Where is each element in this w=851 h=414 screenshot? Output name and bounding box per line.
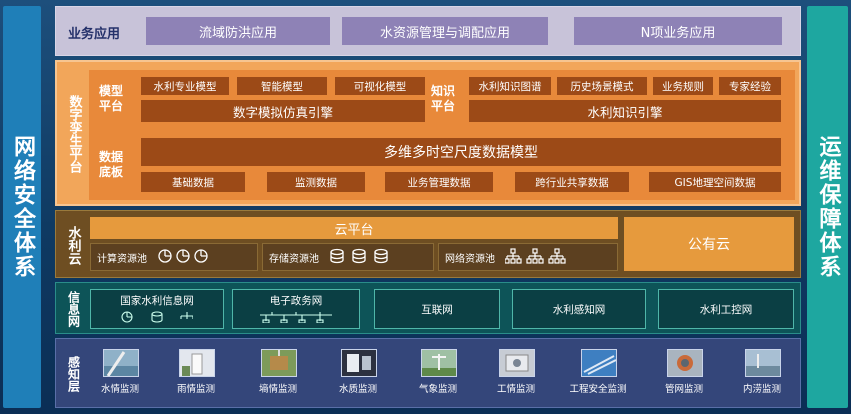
engineering-photo <box>499 349 535 377</box>
network-water-industrial-control[interactable]: 水利工控网 <box>658 289 794 329</box>
knowledge-platform-label: 知识平台 <box>430 84 455 113</box>
sensing-item-rain[interactable]: 雨情监测 <box>174 349 218 405</box>
sensing-label: 工情监测 <box>496 384 535 395</box>
water-cloud-layer: 水利云 云平台 计算资源池 存储资源池 网络资源池 公有云 <box>55 210 801 278</box>
network-national-water[interactable]: 国家水利信息网 <box>90 289 224 329</box>
data-board-label: 数据底板 <box>98 150 123 179</box>
info-network-title: 信息网 <box>66 291 81 327</box>
network-label: 电子政务网 <box>269 294 323 307</box>
data-item[interactable]: 跨行业共享数据 <box>515 172 629 192</box>
simulation-engine[interactable]: 数字模拟仿真引擎 <box>141 100 425 122</box>
sensing-item-engineering-status[interactable]: 工情监测 <box>494 349 538 405</box>
model-item[interactable]: 智能模型 <box>237 77 327 95</box>
model-item[interactable]: 水利专业模型 <box>141 77 229 95</box>
database-icon <box>329 248 389 267</box>
sensing-item-pipe-network[interactable]: 管网监测 <box>662 349 706 405</box>
security-system-bar: 网络安全体系 <box>3 6 41 408</box>
info-network-layer: 信息网 国家水利信息网 电子政务网 互联网 水利感知网 水利工控网 <box>55 282 801 334</box>
data-item[interactable]: 业务管理数据 <box>385 172 493 192</box>
pie-chart-icon <box>157 248 211 267</box>
network-pool[interactable]: 网络资源池 <box>438 243 618 271</box>
sensing-item-soil-moisture[interactable]: 墒情监测 <box>256 349 300 405</box>
network-resource-icons <box>121 310 194 326</box>
data-item[interactable]: 基础数据 <box>141 172 245 192</box>
water-cloud-title: 水利云 <box>65 225 81 265</box>
water-gauge-photo <box>103 349 139 377</box>
knowledge-item[interactable]: 历史场景模式 <box>557 77 647 95</box>
business-title: 业务应用 <box>68 27 121 42</box>
sensing-label: 水情监测 <box>100 384 139 395</box>
sensing-label: 气象监测 <box>418 384 457 395</box>
app-n-business[interactable]: N项业务应用 <box>574 17 782 45</box>
storage-pool-label: 存储资源池 <box>269 253 319 265</box>
compute-pool[interactable]: 计算资源池 <box>90 243 258 271</box>
sensing-title: 感知层 <box>66 356 81 392</box>
ops-system-bar: 运维保障体系 <box>807 6 848 408</box>
sensing-item-waterlogging[interactable]: 内涝监测 <box>740 349 784 405</box>
digital-twin-title: 数字孪生平台 <box>66 95 82 173</box>
sensing-label: 水质监测 <box>338 384 377 395</box>
sensing-item-weather[interactable]: 气象监测 <box>416 349 460 405</box>
sensing-item-engineering-safety[interactable]: 工程安全监测 <box>568 349 628 405</box>
digital-twin-layer: 数字孪生平台 模型平台 水利专业模型 智能模型 可视化模型 数字模拟仿真引擎 知… <box>55 60 801 206</box>
data-model[interactable]: 多维多时空尺度数据模型 <box>141 138 781 166</box>
sensing-label: 雨情监测 <box>176 384 215 395</box>
sensing-label: 墒情监测 <box>258 384 297 395</box>
knowledge-item[interactable]: 水利知识图谱 <box>469 77 551 95</box>
pipeline-photo <box>581 349 617 377</box>
water-quality-photo <box>341 349 377 377</box>
data-item[interactable]: GIS地理空间数据 <box>649 172 781 192</box>
network-topology-icon <box>504 247 567 267</box>
network-e-government[interactable]: 电子政务网 <box>232 289 360 329</box>
business-layer: 业务应用 流域防洪应用 水资源管理与调配应用 N项业务应用 <box>55 6 801 56</box>
network-pool-label: 网络资源池 <box>445 253 495 265</box>
storage-pool[interactable]: 存储资源池 <box>262 243 434 271</box>
network-water-sensing[interactable]: 水利感知网 <box>512 289 646 329</box>
cloud-platform[interactable]: 云平台 <box>90 217 618 239</box>
sensing-layer: 感知层 水情监测 雨情监测 墒情监测 水质监测 气象监测 工情监测 工程安全监测… <box>55 338 801 408</box>
public-cloud[interactable]: 公有云 <box>624 217 794 271</box>
model-platform-label: 模型平台 <box>98 84 123 113</box>
pipe-network-photo <box>667 349 703 377</box>
knowledge-engine[interactable]: 水利知识引擎 <box>469 100 781 122</box>
sensing-item-water-regime[interactable]: 水情监测 <box>98 349 142 405</box>
compute-pool-label: 计算资源池 <box>97 253 147 265</box>
sensing-label: 工程安全监测 <box>569 384 627 395</box>
sensing-item-water-quality[interactable]: 水质监测 <box>336 349 380 405</box>
app-flood-control[interactable]: 流域防洪应用 <box>146 17 330 45</box>
model-item[interactable]: 可视化模型 <box>335 77 425 95</box>
sensing-label: 内涝监测 <box>742 384 781 395</box>
network-label: 国家水利信息网 <box>120 294 194 307</box>
digital-twin-panel: 模型平台 水利专业模型 智能模型 可视化模型 数字模拟仿真引擎 知识平台 水利知… <box>89 70 795 200</box>
sensing-label: 管网监测 <box>664 384 703 395</box>
weather-station-photo <box>421 349 457 377</box>
network-topology-icon <box>260 311 332 326</box>
knowledge-item[interactable]: 专家经验 <box>719 77 781 95</box>
knowledge-item[interactable]: 业务规则 <box>653 77 713 95</box>
soil-station-photo <box>261 349 297 377</box>
data-item[interactable]: 监测数据 <box>267 172 365 192</box>
waterlogging-photo <box>745 349 781 377</box>
app-water-resource[interactable]: 水资源管理与调配应用 <box>342 17 548 45</box>
rain-gauge-photo <box>179 349 215 377</box>
network-internet[interactable]: 互联网 <box>374 289 500 329</box>
